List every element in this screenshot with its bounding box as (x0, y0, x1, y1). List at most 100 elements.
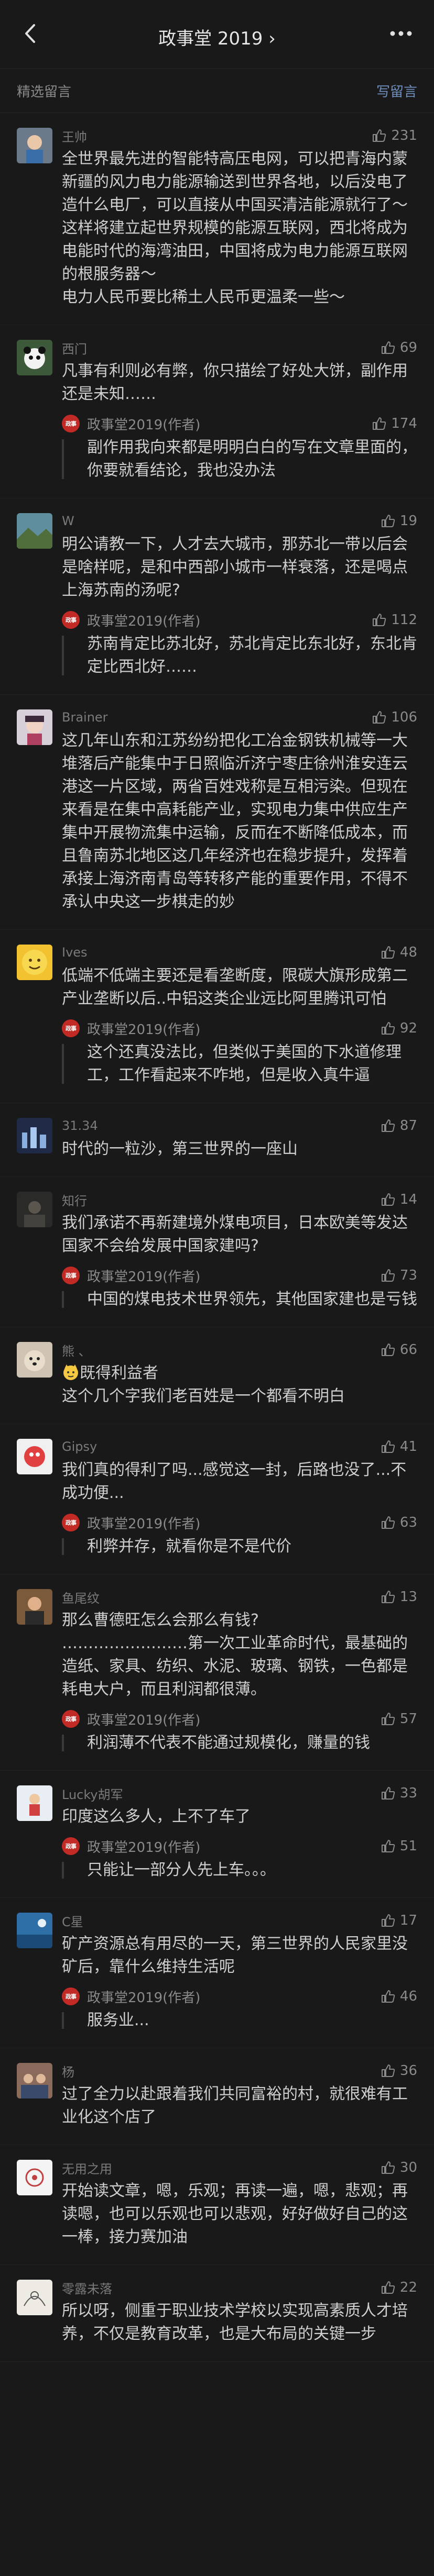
commenter-name[interactable]: 鱼尾纹 (62, 1588, 100, 1606)
comment-item[interactable]: Brainer 106 这几年山东和江苏纷纷把化工冶金钢铁机械等一大堆落后产能集中于… (0, 695, 434, 930)
comment-item[interactable]: 熊 、 66 既得利益者 这个几个字我们老百姓是一个都看不明白 (0, 1327, 434, 1424)
comment-item[interactable]: Ives 48 低端不低端主要还是看垄断度，限碳大旗形成第二产业垄断以后..中铝这类… (0, 930, 434, 1103)
commenter-name[interactable]: C星 (62, 1912, 83, 1930)
reply-like-button[interactable]: 73 (380, 1268, 417, 1283)
commenter-name[interactable]: Brainer (62, 710, 108, 725)
comment-item[interactable]: C星 17 矿产资源总有用尽的一天，第三世界的人民家里没矿后，靠什么维持生活呢 政事政… (0, 1898, 434, 2048)
like-button[interactable]: 231 (371, 128, 417, 143)
comment-item[interactable]: 31.34 87 时代的一粒沙，第三世界的一座山 (0, 1103, 434, 1177)
reply-author[interactable]: 政事 政事堂2019(作者) (62, 1019, 200, 1038)
commenter-name[interactable]: 无用之用 (62, 2159, 112, 2177)
avatar[interactable] (17, 2280, 52, 2315)
avatar[interactable] (17, 2160, 52, 2195)
comment-body: 这几年山东和江苏纷纷把化工冶金钢铁机械等一大堆落后产能集中于日照临沂济宁枣庄徐州… (62, 731, 408, 911)
reply-like-button[interactable]: 51 (380, 1838, 417, 1854)
like-button[interactable]: 14 (380, 1192, 417, 1207)
comment-item[interactable]: 知行 14 我们承诺不再新建境外煤电项目，日本欧美等发达国家不会给发展中国家建吗? 政… (0, 1177, 434, 1327)
reply-like-button[interactable]: 57 (380, 1711, 417, 1727)
reply-author[interactable]: 政事 政事堂2019(作者) (62, 1837, 200, 1856)
comment-header: Gipsy 41 (62, 1438, 417, 1456)
reply-header: 政事 政事堂2019(作者) 174 (62, 413, 417, 434)
commenter-name[interactable]: W (62, 514, 74, 528)
reply-author[interactable]: 政事 政事堂2019(作者) (62, 1513, 200, 1533)
reply-like-button[interactable]: 92 (380, 1020, 417, 1036)
like-button[interactable]: 33 (380, 1785, 417, 1801)
top-bar: 政事堂 2019 › (0, 0, 434, 68)
commenter-name[interactable]: 零露未落 (62, 2279, 112, 2297)
reply-author[interactable]: 政事 政事堂2019(作者) (62, 1987, 200, 2006)
like-button[interactable]: 69 (380, 340, 417, 356)
comment-body: 明公请教一下，人才去大城市，那苏北一带以后会是啥样呢，是和中西部小城市一样衰落，… (62, 535, 408, 599)
commenter-name[interactable]: Ives (62, 945, 88, 960)
avatar[interactable] (17, 1342, 52, 1378)
thumbs-up-icon (381, 1914, 395, 1927)
comment-item[interactable]: 西门 69 凡事有利则必有弊，你只描绘了好处大饼，副作用还是未知…… 政事 政事堂201… (0, 325, 434, 498)
like-button[interactable]: 36 (380, 2063, 417, 2079)
reply-author[interactable]: 政事 政事堂2019(作者) (62, 414, 200, 434)
reply-like-count: 46 (399, 1989, 417, 2004)
comment-item[interactable]: 零露未落 22 所以呀，侧重于职业技术学校以实现高素质人才培养，不仅是教育改革，也是… (0, 2265, 434, 2362)
commenter-name[interactable]: 杨 (62, 2062, 74, 2080)
like-button[interactable]: 13 (380, 1589, 417, 1605)
more-button[interactable] (388, 23, 414, 44)
comment-header: 31.34 87 (62, 1117, 417, 1135)
reply-like-button[interactable]: 46 (380, 1989, 417, 2004)
reply-like-button[interactable]: 174 (371, 416, 417, 431)
like-button[interactable]: 19 (380, 513, 417, 529)
like-button[interactable]: 30 (380, 2160, 417, 2175)
reply-author[interactable]: 政事 政事堂2019(作者) (62, 1266, 200, 1285)
comment-item[interactable]: 鱼尾纹 13 那么曹德旺怎么会那么有钱? ……………………第一次工业革命时代，最基础… (0, 1574, 434, 1771)
write-comment-link[interactable]: 写留言 (376, 81, 417, 101)
commenter-name[interactable]: 王帅 (62, 127, 87, 145)
commenter-name[interactable]: Lucky胡军 (62, 1784, 123, 1803)
avatar[interactable] (17, 340, 52, 375)
like-button[interactable]: 48 (380, 945, 417, 960)
commenter-name[interactable]: 西门 (62, 339, 87, 357)
thumbs-up-icon (381, 946, 395, 959)
reply-author-name: 政事堂2019(作者) (87, 417, 201, 433)
comment-text: 印度这么多人，上不了车了 (62, 1805, 417, 1828)
avatar[interactable] (17, 128, 52, 163)
comment-text: 全世界最先进的智能特高压电网，可以把青海内蒙新疆的风力电力能源输送到世界各地，以… (62, 148, 417, 309)
avatar[interactable] (17, 945, 52, 980)
avatar[interactable] (17, 709, 52, 745)
comment-item[interactable]: W 19 明公请教一下，人才去大城市，那苏北一带以后会是啥样呢，是和中西部小城市一样… (0, 498, 434, 695)
thumbs-up-icon (381, 1713, 395, 1725)
like-button[interactable]: 22 (380, 2280, 417, 2295)
like-button[interactable]: 41 (380, 1439, 417, 1454)
app-root: 政事堂 2019 › 精选留言 写留言 王帅 231 全世界最先进的智能特高压电网，… (0, 0, 434, 2576)
comment-header: 零露未落 22 (62, 2279, 417, 2296)
like-button[interactable]: 17 (380, 1913, 417, 1928)
avatar[interactable] (17, 1439, 52, 1474)
reply-author[interactable]: 政事 政事堂2019(作者) (62, 1709, 200, 1729)
comment-item[interactable]: Gipsy 41 我们真的得利了吗...感觉这一封，后路也没了...不成功便... 政… (0, 1424, 434, 1574)
avatar[interactable] (17, 2063, 52, 2098)
like-button[interactable]: 87 (380, 1118, 417, 1134)
commenter-name[interactable]: Gipsy (62, 1439, 97, 1454)
reply-author[interactable]: 政事 政事堂2019(作者) (62, 610, 200, 630)
avatar[interactable] (17, 1785, 52, 1821)
comment-text: 我们承诺不再新建境外煤电项目，日本欧美等发达国家不会给发展中国家建吗? (62, 1212, 417, 1258)
author-logo-icon: 政事 (62, 1710, 80, 1728)
avatar[interactable] (17, 513, 52, 549)
comment-item[interactable]: 杨 36 过了全力以赴跟着我们共同富裕的村，就很难有工业化这个店了 (0, 2048, 434, 2145)
avatar[interactable] (17, 1589, 52, 1625)
comment-item[interactable]: 王帅 231 全世界最先进的智能特高压电网，可以把青海内蒙新疆的风力电力能源输送到世… (0, 113, 434, 325)
commenter-name[interactable]: 31.34 (62, 1118, 98, 1133)
like-count: 36 (399, 2063, 417, 2079)
reply-like-button[interactable]: 63 (380, 1515, 417, 1530)
comment-item[interactable]: Lucky胡军 33 印度这么多人，上不了车了 政事 政事堂2019(作者) 51 只能让一… (0, 1771, 434, 1898)
reply-like-button[interactable]: 112 (371, 612, 417, 628)
like-button[interactable]: 66 (380, 1342, 417, 1358)
like-count: 48 (399, 945, 417, 960)
reply-like-count: 57 (399, 1711, 417, 1727)
like-button[interactable]: 106 (371, 709, 417, 725)
avatar[interactable] (17, 1118, 52, 1153)
page-title[interactable]: 政事堂 2019 › (0, 24, 434, 50)
author-logo-icon: 政事 (62, 1514, 80, 1531)
avatar[interactable] (17, 1913, 52, 1948)
avatar[interactable] (17, 1192, 52, 1227)
commenter-name[interactable]: 知行 (62, 1191, 87, 1209)
comment-item[interactable]: 无用之用 30 开始读文章，嗯，乐观；再读一遍，嗯，悲观；再读嗯，也可以乐观也可以悲… (0, 2145, 434, 2265)
commenter-name[interactable]: 熊 、 (62, 1341, 91, 1359)
